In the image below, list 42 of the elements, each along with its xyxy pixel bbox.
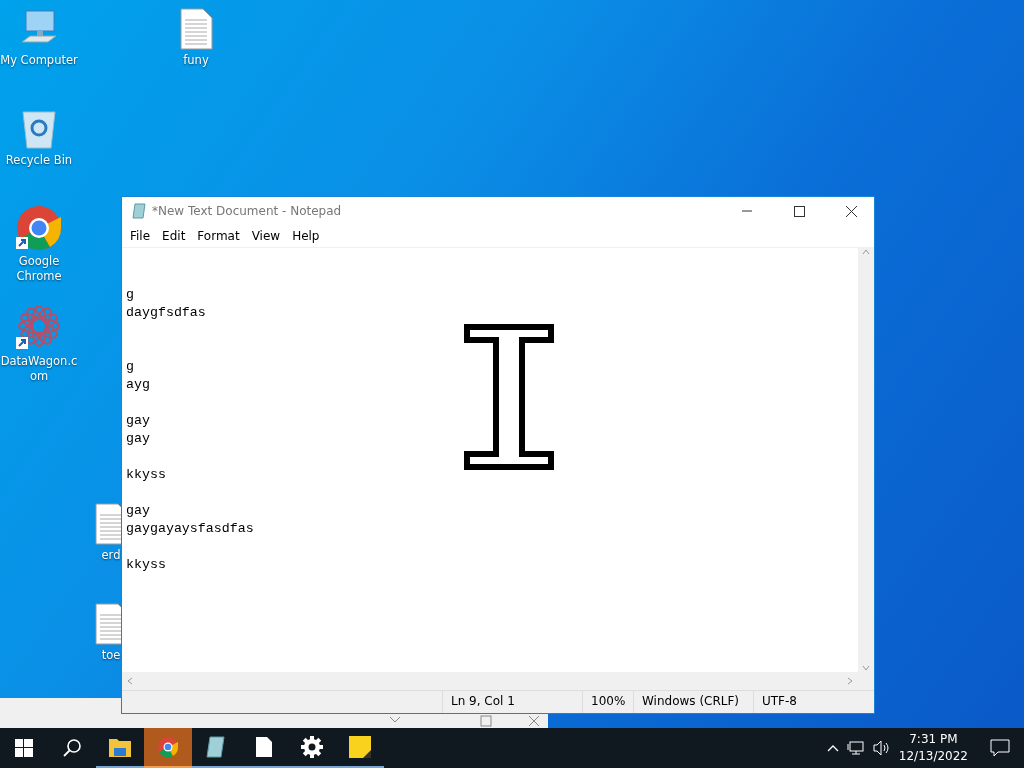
clock-date[interactable]: 12/13/2022 xyxy=(898,748,968,765)
menu-item[interactable]: Edit xyxy=(156,229,192,243)
icon-label: My Computer xyxy=(0,53,78,68)
network-icon[interactable] xyxy=(846,740,865,756)
icon-label: DataWagon.com xyxy=(0,354,78,384)
status-text: 100% xyxy=(582,691,633,713)
chrome-icon[interactable] xyxy=(157,736,179,758)
icon-label: toe xyxy=(101,648,121,663)
clock-time[interactable]: 7:31 PM xyxy=(898,731,968,748)
settings-icon[interactable] xyxy=(301,736,323,758)
chevron-up-icon[interactable] xyxy=(826,744,839,752)
text-cursor-icon xyxy=(464,324,554,470)
status-text: Windows (CRLF) xyxy=(633,691,753,713)
status-text: UTF-8 xyxy=(753,691,874,713)
chrome-icon xyxy=(16,205,62,251)
volume-icon[interactable] xyxy=(872,740,891,756)
windows-logo-icon xyxy=(15,739,33,757)
document-icon[interactable] xyxy=(255,736,273,758)
maximize-icon xyxy=(793,205,805,217)
document-text: g daygfsdfas g ayg gay gay kkyss gay gaygayaysfasdfas kkyss xyxy=(126,286,254,574)
close-icon xyxy=(845,205,857,217)
icon-label: Recycle Bin xyxy=(5,153,73,168)
notepad-icon xyxy=(132,203,146,219)
icon-label: erd xyxy=(101,548,121,563)
folder-icon[interactable] xyxy=(108,736,132,758)
icon-label: funy xyxy=(183,53,209,68)
starburst-icon xyxy=(16,305,62,351)
search-icon xyxy=(62,738,82,758)
notification-icon[interactable] xyxy=(990,739,1010,757)
icon-label: Google Chrome xyxy=(15,254,63,284)
menu-item[interactable]: View xyxy=(245,229,287,243)
close-icon[interactable] xyxy=(528,715,540,727)
status-text: Ln 9, Col 1 xyxy=(442,691,582,713)
menu-item[interactable]: File xyxy=(124,229,157,243)
notepad-icon[interactable] xyxy=(204,735,228,759)
menu-item[interactable]: Format xyxy=(191,229,246,243)
sticky-note-icon[interactable] xyxy=(348,735,372,759)
chevron-icon[interactable] xyxy=(388,715,402,725)
menu-item[interactable]: Help xyxy=(286,229,326,243)
text-editor[interactable]: g daygfsdfas g ayg gay gay kkyss gay gaygayaysfasdfas kkyss xyxy=(122,248,858,672)
window-title: *New Text Document - Notepad xyxy=(152,204,343,218)
document-icon xyxy=(179,8,213,50)
